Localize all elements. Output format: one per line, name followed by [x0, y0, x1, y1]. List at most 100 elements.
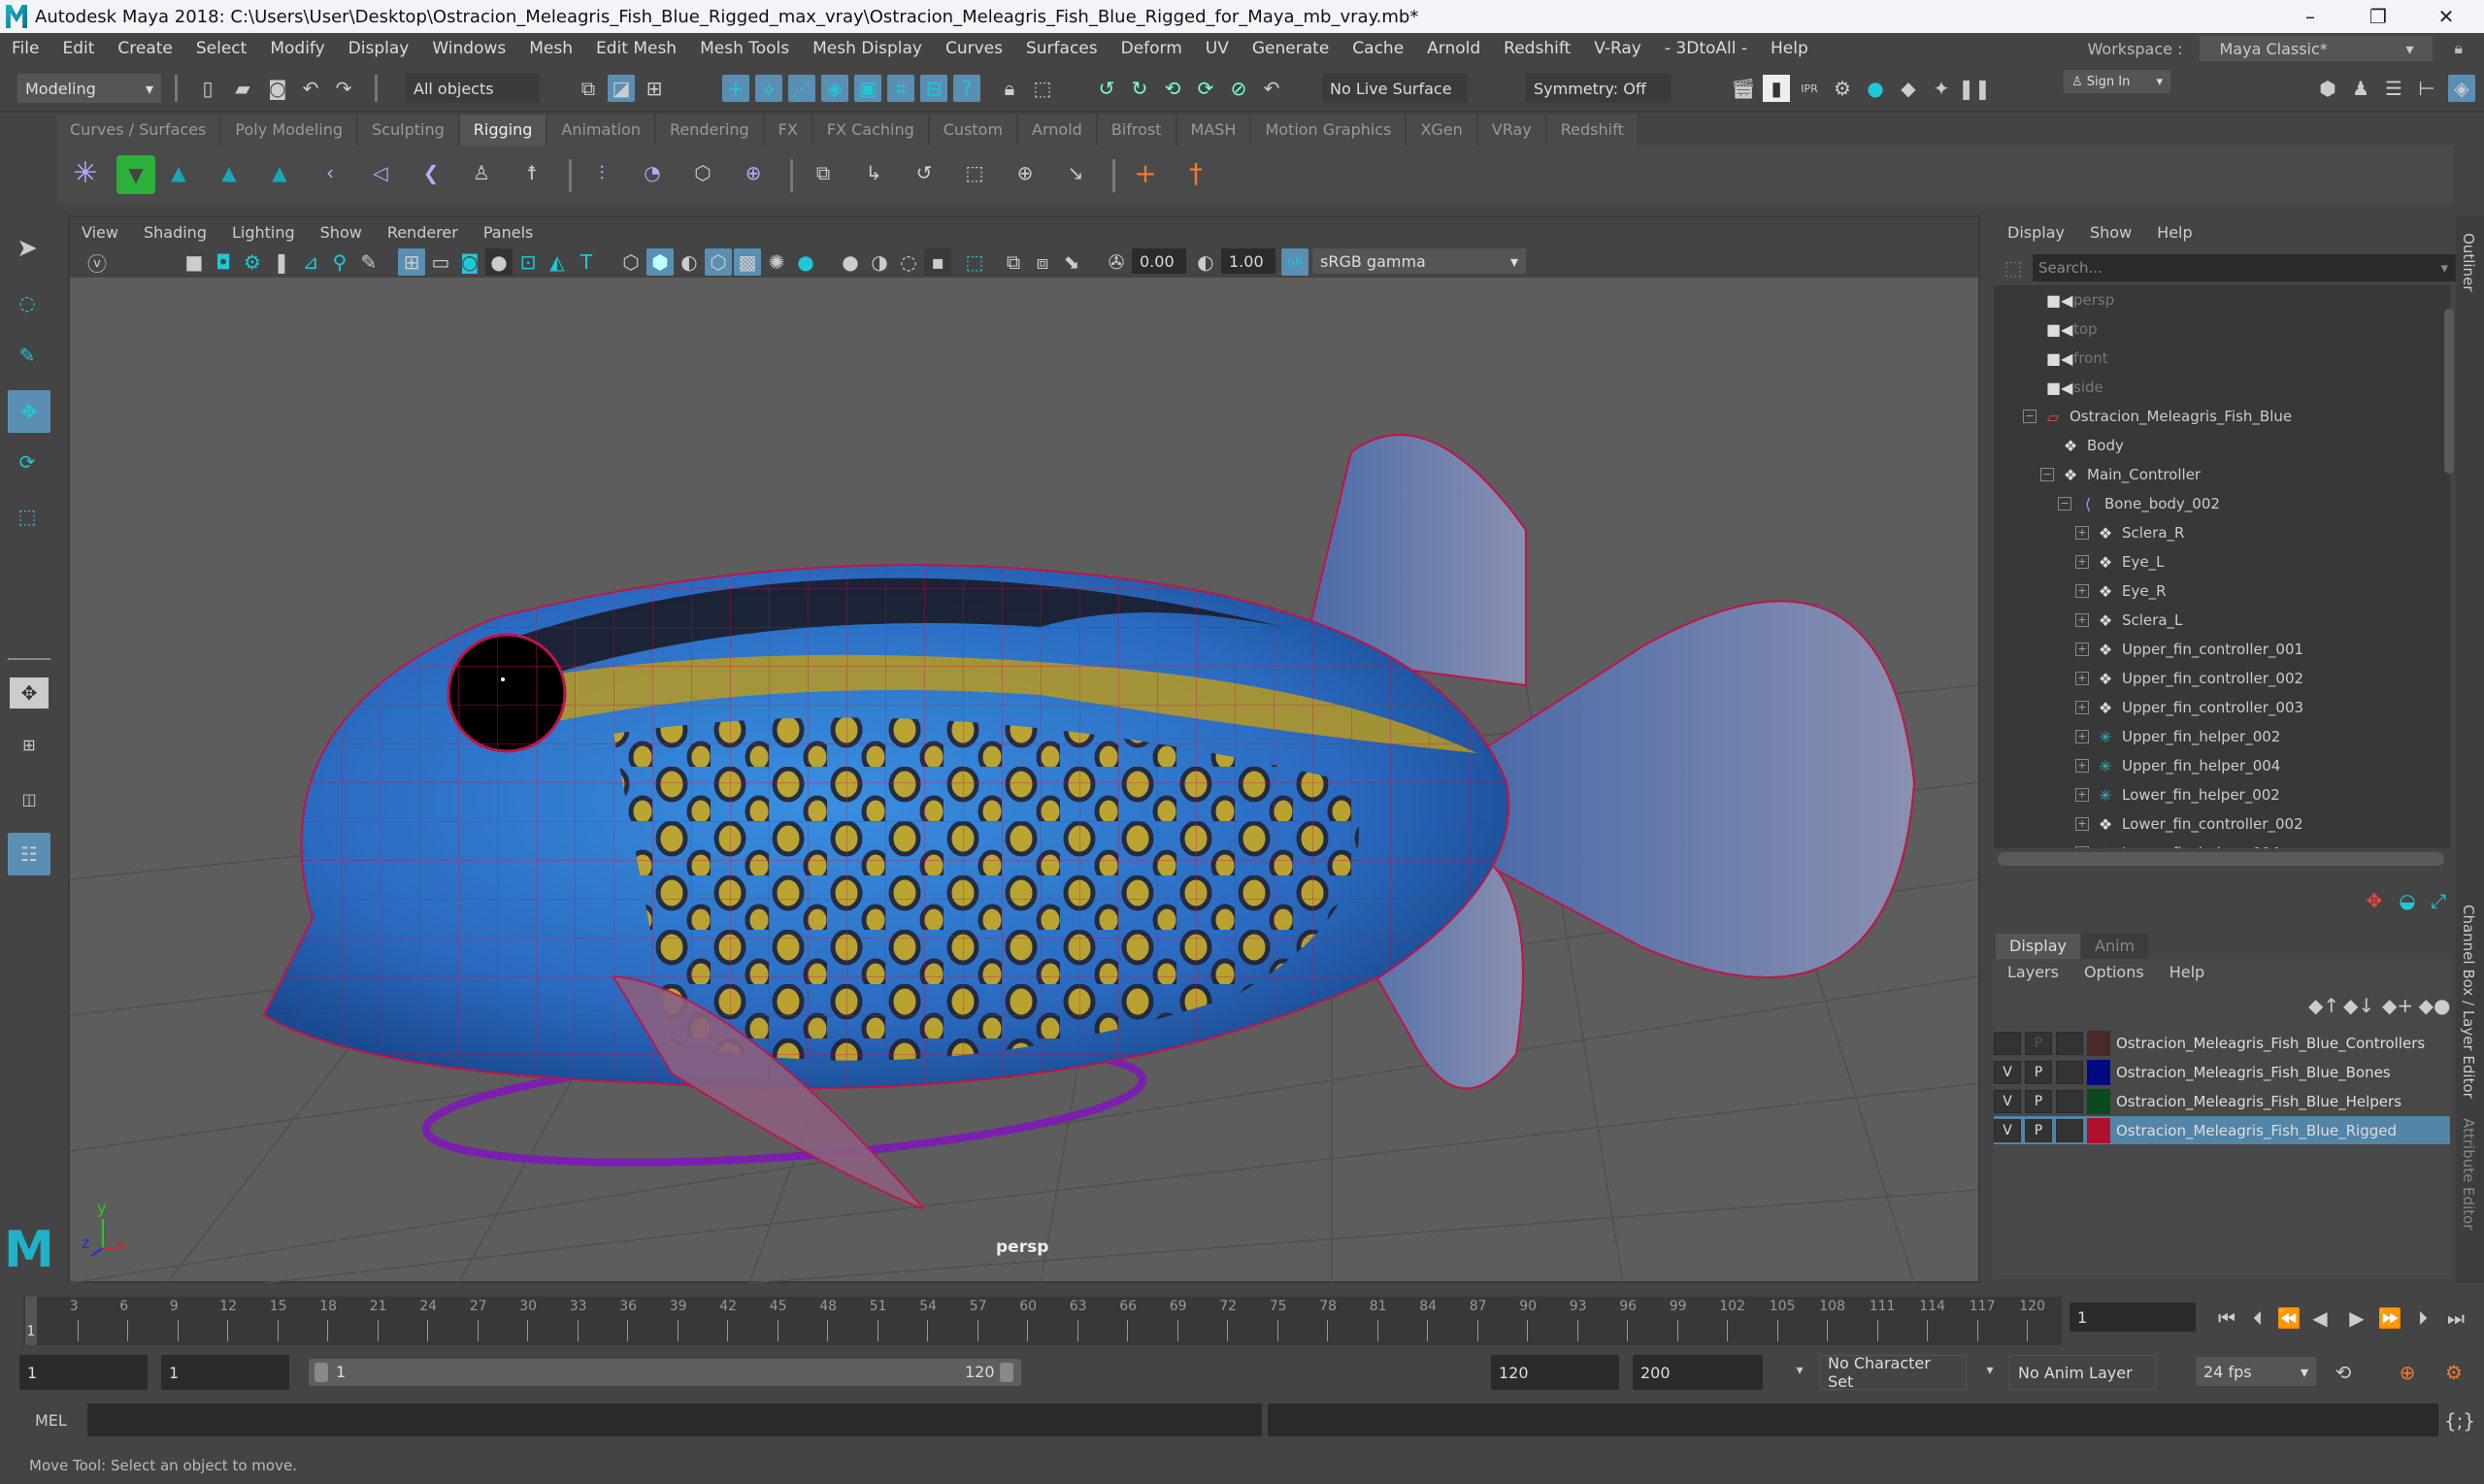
lock-icon[interactable]: 🔒︎ [996, 75, 1023, 102]
channel-box-refresh-icon[interactable]: ◒ [2394, 887, 2421, 914]
resolution-gate-icon[interactable]: ◙ [456, 248, 483, 276]
outliner-search-input[interactable]: Search... ▾ [2033, 254, 2456, 281]
move-layer-up-icon[interactable]: ◆↑ [2308, 992, 2339, 1019]
visibility-toggle[interactable]: V [1994, 1118, 2021, 1142]
visibility-toggle[interactable]: V [1994, 1089, 2021, 1113]
parent-constraint-icon[interactable]: ⧉ [810, 159, 837, 186]
side-tab-channel-box[interactable]: Channel Box / Layer Editor [2460, 905, 2477, 1099]
select-tool-icon[interactable]: ➤ [14, 234, 41, 263]
lights-icon[interactable]: ✺ [763, 248, 790, 276]
humanik-2-icon[interactable]: ▲ [215, 159, 243, 186]
outliner-item[interactable]: + ✳ Lower_fin_helper_002 [1994, 780, 2450, 809]
display-type-toggle[interactable] [2056, 1060, 2083, 1084]
vray-icon[interactable]: ⓥ [83, 248, 111, 276]
cluster-icon[interactable]: ⊕ [740, 159, 767, 186]
new-scene-icon[interactable]: ▯ [194, 75, 221, 102]
expand-icon[interactable]: ⤢ [2425, 887, 2452, 914]
layer-color-swatch[interactable] [2087, 1059, 2110, 1085]
display-type-toggle[interactable] [2056, 1118, 2083, 1142]
outliner-item[interactable]: + ❖ Sclera_L [1994, 606, 2450, 635]
symmetry-dropdown[interactable]: Symmetry: Off [1526, 74, 1672, 103]
visibility-toggle[interactable] [1994, 1031, 2021, 1055]
safe-action-icon[interactable]: ◭ [544, 248, 571, 276]
go-to-end-icon[interactable]: ⏭ [2442, 1304, 2469, 1332]
render-setup-icon[interactable]: ◆ [1895, 75, 1922, 102]
bind-skin-icon[interactable]: ⫶ [588, 159, 615, 186]
close-button[interactable]: ✕ [2417, 0, 2475, 33]
anim-layer-dropdown[interactable]: No Anim Layer [2009, 1355, 2157, 1390]
shelf-tab-custom[interactable]: Custom [929, 115, 1018, 146]
move-tool-icon[interactable]: ✥ [8, 390, 50, 433]
grid-icon[interactable]: ⊞ [398, 248, 425, 276]
outliner-item[interactable]: + ❖ Sclera_R [1994, 518, 2450, 547]
expand-icon[interactable]: + [2075, 846, 2089, 848]
safe-title-icon[interactable]: T [573, 248, 600, 276]
menu-file[interactable]: File [0, 39, 50, 58]
auto-key-icon[interactable]: ⊕ [2394, 1359, 2421, 1386]
shelf-tab-arnold[interactable]: Arnold [1018, 115, 1097, 146]
expand-icon[interactable]: + [2075, 584, 2089, 598]
render-current-icon[interactable]: ▮ [1763, 75, 1790, 102]
pause-icon[interactable]: ❚❚ [1958, 75, 1991, 102]
layer-tab-anim[interactable]: Anim [2081, 934, 2149, 959]
screen-space-ao-icon[interactable]: ● [837, 248, 864, 276]
layer-menu-help[interactable]: Help [2169, 963, 2204, 981]
motion-blur-icon[interactable]: ◑ [866, 248, 893, 276]
mel-label[interactable]: MEL [35, 1411, 67, 1430]
anti-aliasing-icon[interactable]: ◌ [895, 248, 922, 276]
help-icon[interactable]: ? [953, 75, 980, 102]
expand-icon[interactable]: + [2075, 701, 2089, 714]
rotate-tool-icon[interactable]: ⟳ [14, 448, 41, 476]
isolate-select-icon[interactable]: ⬚ [961, 248, 988, 276]
soft-select-5-icon[interactable]: ⊘ [1225, 75, 1252, 102]
outliner-item[interactable]: + ❖ Upper_fin_controller_001 [1994, 635, 2450, 664]
menu-deform[interactable]: Deform [1110, 39, 1194, 58]
menu-mesh-tools[interactable]: Mesh Tools [688, 39, 801, 58]
smooth-skin-icon[interactable]: ◔ [639, 159, 666, 186]
anim-preferences-icon[interactable]: ⚙ [2440, 1359, 2467, 1386]
expand-icon[interactable]: + [2075, 759, 2089, 773]
outliner-item[interactable]: + ✳ Lower_fin_helper_004 [1994, 839, 2450, 848]
character-controls-icon[interactable]: ♟ [2347, 75, 2374, 102]
outliner-item[interactable]: + ✳ Upper_fin_helper_004 [1994, 751, 2450, 780]
outliner-item[interactable]: ■◀ persp [1994, 285, 2450, 314]
aim-constraint-icon[interactable]: ⊕ [1011, 159, 1039, 186]
snap-point-icon[interactable]: ⋰ [788, 75, 815, 102]
render-settings-icon[interactable]: ⚙ [1829, 75, 1856, 102]
go-to-start-icon[interactable]: ⏮ [2213, 1304, 2240, 1332]
horizontal-scrollbar[interactable] [1998, 852, 2444, 866]
layer-color-swatch[interactable] [2087, 1088, 2110, 1114]
undo-icon[interactable]: ↶ [297, 75, 324, 102]
save-scene-icon[interactable]: ◙ [264, 75, 291, 102]
shelf-tab-xgen[interactable]: XGen [1407, 115, 1477, 146]
shelf-tab-motion-graphics[interactable]: Motion Graphics [1251, 115, 1407, 146]
orient-constraint-icon[interactable]: ↺ [911, 159, 938, 186]
outliner-item[interactable]: ■◀ side [1994, 373, 2450, 402]
collapse-icon[interactable]: − [2023, 410, 2037, 423]
two-view-icon[interactable]: ◫ [10, 782, 49, 815]
four-view-icon[interactable]: ⊞ [10, 728, 49, 761]
channel-box-icon[interactable]: ◈ [2448, 75, 2475, 102]
menu-modify[interactable]: Modify [258, 39, 336, 58]
shelf-tab-fx[interactable]: FX [764, 115, 812, 146]
outliner-item[interactable]: − ▱ Ostracion_Meleagris_Fish_Blue [1994, 402, 2450, 431]
expand-icon[interactable]: + [2075, 730, 2089, 743]
shelf-tab-bifrost[interactable]: Bifrost [1097, 115, 1176, 146]
snap-live-icon[interactable]: ⊟ [920, 75, 947, 102]
outliner-item[interactable]: + ❖ Upper_fin_controller_002 [1994, 664, 2450, 693]
xray-joints-icon[interactable]: ⧈ [1029, 248, 1056, 276]
playback-start-field[interactable]: 1 [161, 1355, 289, 1390]
ipr-render-icon[interactable]: IPR [1796, 75, 1823, 102]
skeleton-icon[interactable]: ☨ [518, 159, 546, 186]
expand-icon[interactable]: + [2075, 613, 2089, 627]
expand-icon[interactable]: + [2075, 817, 2089, 831]
snap-view-icon[interactable]: ◈ [821, 75, 848, 102]
ik-handle-icon[interactable]: ▼ [116, 155, 155, 194]
character-set-dropdown[interactable]: No Character Set [1819, 1354, 1967, 1391]
start-time-field[interactable]: 1 [19, 1355, 148, 1390]
play-backwards-icon[interactable]: ◀ [2306, 1304, 2334, 1332]
default-material-icon[interactable]: ◐ [676, 248, 703, 276]
hypershade-icon[interactable]: ● [1862, 75, 1889, 102]
shelf-tab-vray[interactable]: VRay [1477, 115, 1546, 146]
layer-color-swatch[interactable] [2087, 1117, 2110, 1143]
